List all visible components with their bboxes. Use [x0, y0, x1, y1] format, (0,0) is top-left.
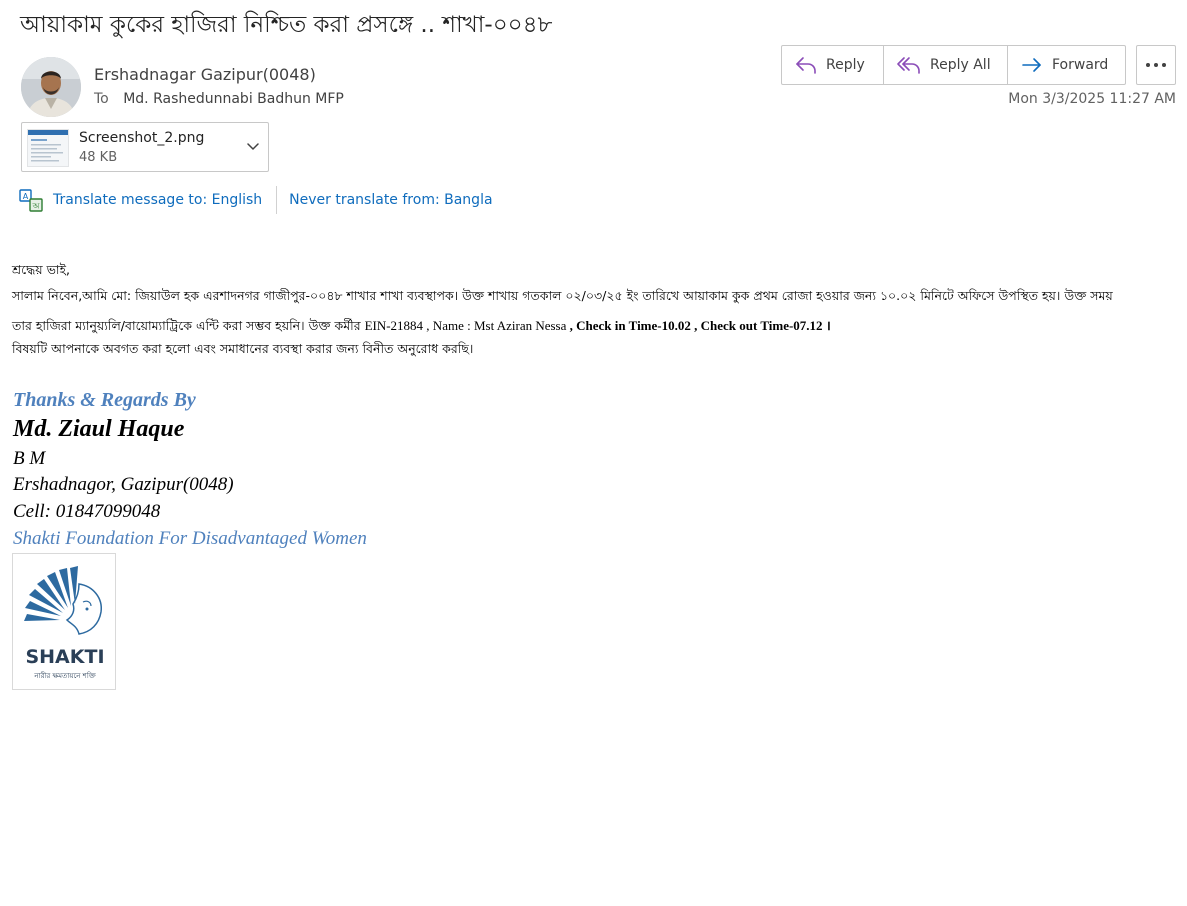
never-translate-link[interactable]: Never translate from: Bangla — [289, 192, 492, 208]
message-actions: Reply Reply All Forward — [781, 45, 1126, 85]
svg-text:A: A — [23, 192, 29, 201]
signature-cell: Cell: 01847099048 — [13, 501, 161, 522]
recipient-name[interactable]: Md. Rashedunnabi Badhun MFP — [123, 91, 344, 107]
reply-label: Reply — [826, 57, 865, 73]
more-horizontal-icon — [1146, 63, 1166, 67]
reply-all-button[interactable]: Reply All — [884, 46, 1008, 84]
reply-all-icon — [897, 57, 920, 74]
body-line-2-end: । — [822, 318, 831, 333]
attachment-card[interactable]: Screenshot_2.png 48 KB — [21, 122, 269, 172]
signature-branch: Ershadnagor, Gazipur(0048) — [13, 474, 234, 495]
shakti-logo: SHAKTI নারীর ক্ষমতায়নে শক্তি — [12, 553, 116, 690]
email-date: Mon 3/3/2025 11:27 AM — [1008, 91, 1176, 107]
shakti-logo-mark — [24, 566, 102, 635]
more-actions-button[interactable] — [1136, 45, 1176, 85]
logo-tagline: নারীর ক্ষমতায়নে শক্তি — [34, 672, 96, 680]
reply-icon — [796, 57, 816, 74]
email-reading-pane: আয়াকাম কুকের হাজিরা নিশ্চিত করা প্রসঙ্গ… — [0, 0, 1187, 906]
signature-role: B M — [13, 448, 46, 469]
svg-text:অ: অ — [32, 202, 41, 211]
body-greeting: শ্রদ্ধেয় ভাই, — [12, 262, 71, 277]
recipient-line: To Md. Rashedunnabi Badhun MFP — [94, 91, 344, 107]
reply-button[interactable]: Reply — [782, 46, 884, 84]
translation-bar: A অ Translate message to: English Never … — [19, 186, 493, 214]
forward-button[interactable]: Forward — [1008, 46, 1125, 84]
to-label: To — [94, 91, 109, 107]
signature-organization: Shakti Foundation For Disadvantaged Wome… — [13, 528, 367, 549]
signature-name: Md. Ziaul Haque — [13, 416, 185, 442]
translate-divider — [276, 186, 278, 214]
translate-icon: A অ — [19, 188, 43, 212]
signature-thanks: Thanks & Regards By — [13, 389, 196, 411]
body-line-2: তার হাজিরা ম্যানুয়্যলি/বায়োম্যাট্রিকে … — [12, 316, 831, 338]
sender-name[interactable]: Ershadnagar Gazipur(0048) — [94, 65, 316, 84]
body-line-1: সালাম নিবেন,আমি মো: জিয়াউল হক এরশাদনগর … — [12, 288, 1113, 303]
sender-avatar[interactable] — [21, 57, 81, 117]
translate-to-english-link[interactable]: Translate message to: English — [53, 192, 262, 208]
forward-arrow-icon — [1022, 58, 1041, 72]
body-line-2-text: তার হাজিরা ম্যানুয়্যলি/বায়োম্যাট্রিকে … — [12, 318, 365, 333]
body-check-times: , Check in Time-10.02 , Check out Time-0… — [569, 318, 823, 333]
body-line-3: বিষয়টি আপনাকে অবগত করা হলো এবং সমাধানের… — [12, 341, 474, 356]
reply-all-label: Reply All — [930, 57, 991, 73]
attachment-size: 48 KB — [79, 150, 118, 165]
body-employee-info: EIN-21884 , Name : Mst Aziran Nessa — [364, 318, 570, 333]
attachment-thumbnail — [27, 129, 69, 167]
attachment-name: Screenshot_2.png — [79, 130, 205, 146]
email-subject: আয়াকাম কুকের হাজিরা নিশ্চিত করা প্রসঙ্গ… — [20, 12, 553, 38]
forward-label: Forward — [1052, 57, 1109, 73]
chevron-down-icon[interactable] — [247, 141, 259, 151]
logo-wordmark: SHAKTI — [25, 646, 105, 668]
